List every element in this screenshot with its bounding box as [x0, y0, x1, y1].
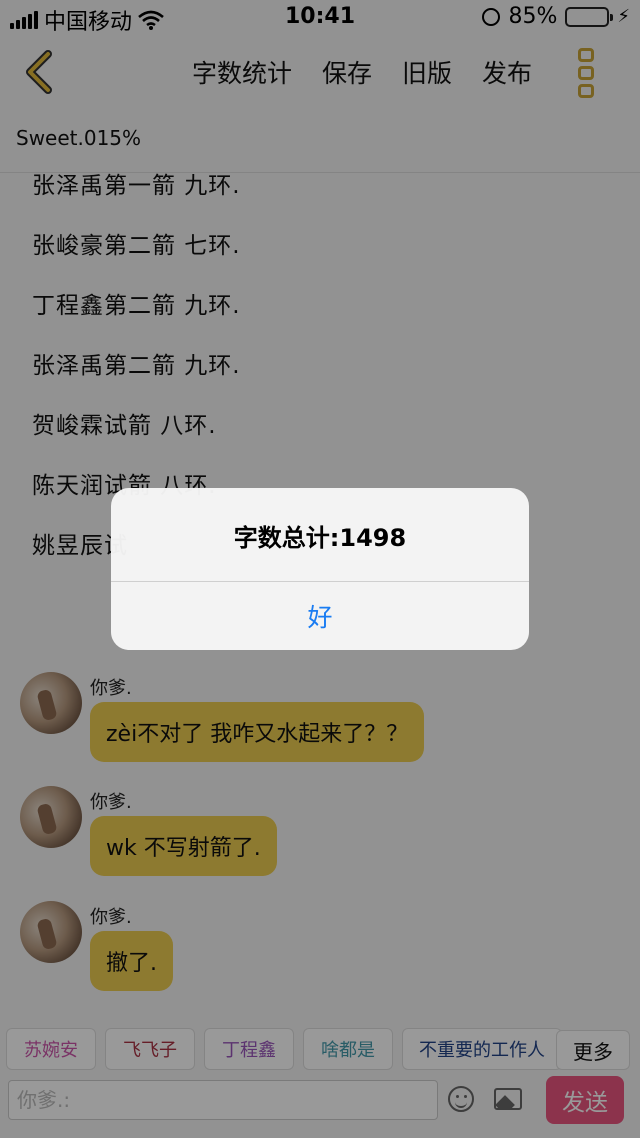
- ok-button[interactable]: 好: [111, 582, 529, 650]
- alert-title: 字数总计:1498: [233, 524, 407, 552]
- alert-dialog: 字数总计:1498 好: [111, 488, 529, 650]
